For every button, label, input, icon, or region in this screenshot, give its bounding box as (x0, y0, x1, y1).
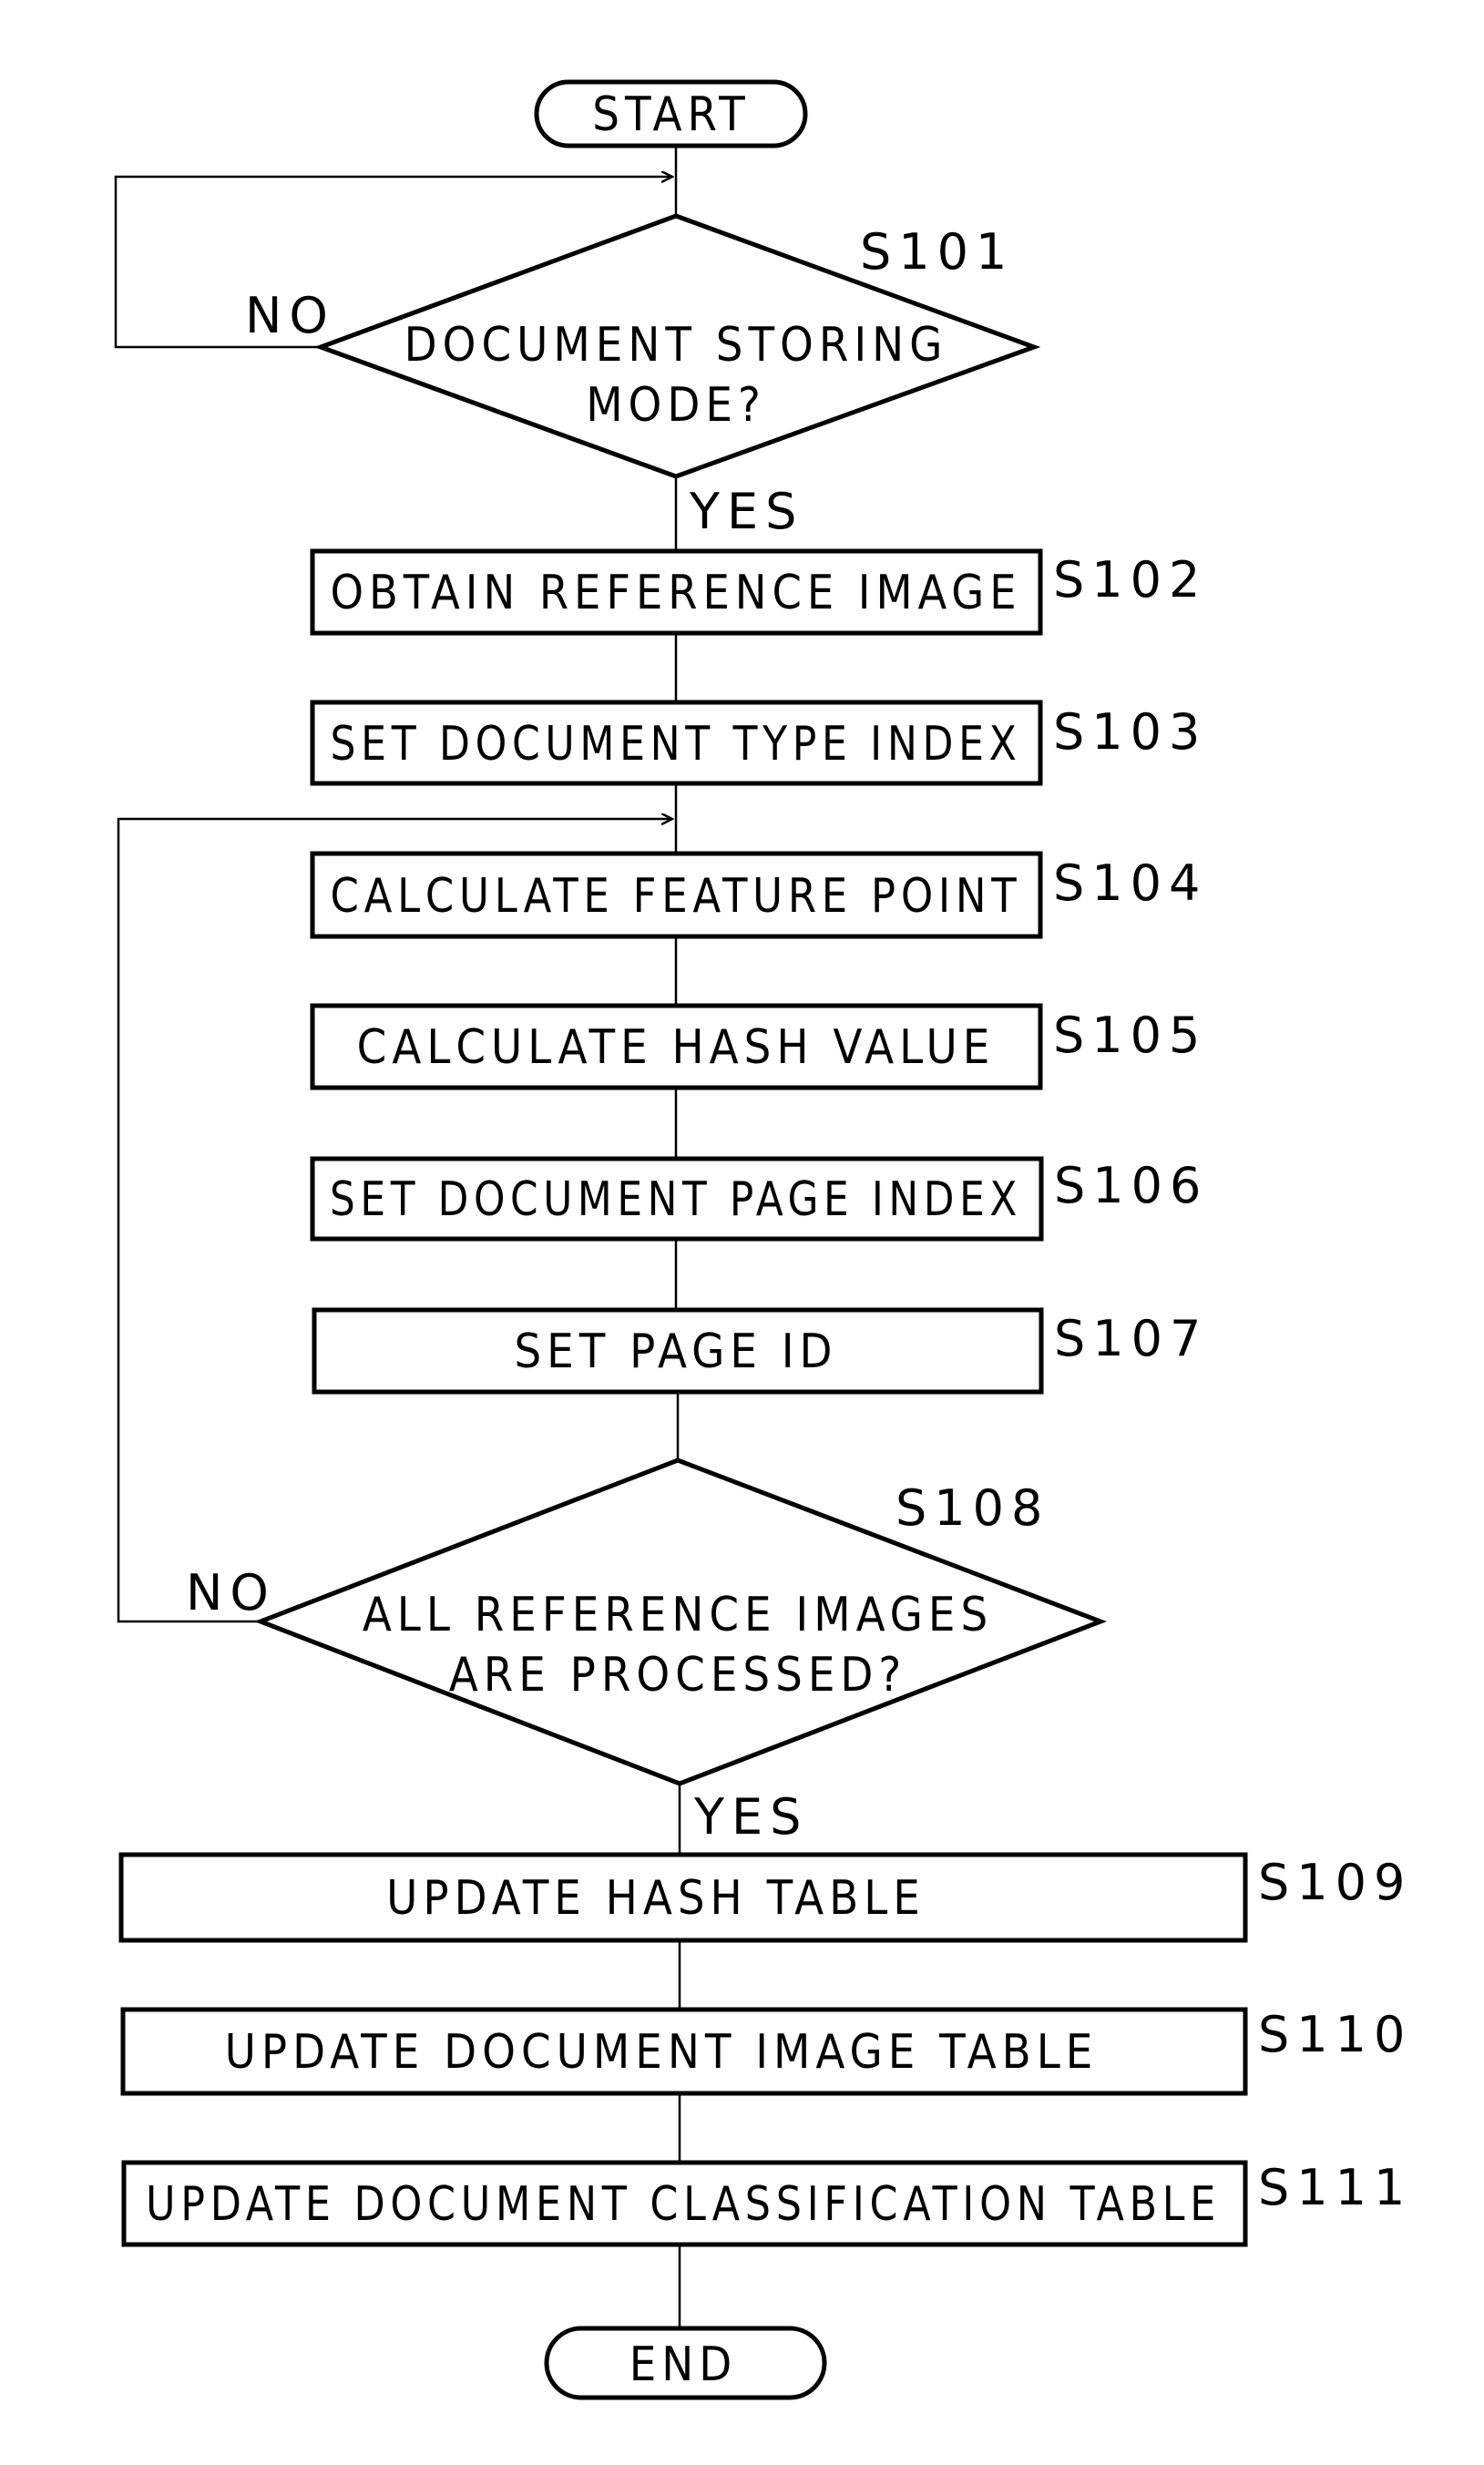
s108-step-id: S108 (896, 1479, 1049, 1537)
s101-line1: DOCUMENT STORING (404, 318, 948, 373)
s101-no-label: NO (245, 287, 335, 344)
process-s105: CALCULATE HASH VALUE S105 (310, 1003, 1207, 1090)
process-s106: SET DOCUMENT PAGE INDEX S106 (310, 1156, 1208, 1242)
s105-text: CALCULATE HASH VALUE (357, 1020, 996, 1075)
s107-text: SET PAGE ID (514, 1325, 837, 1379)
end-terminal: END (544, 2326, 827, 2400)
process-s111: UPDATE DOCUMENT CLASSIFICATION TABLE S11… (121, 2159, 1412, 2247)
process-s109: UPDATE HASH TABLE S109 (118, 1852, 1412, 1943)
s106-step-id: S106 (1054, 1157, 1208, 1214)
process-s110: UPDATE DOCUMENT IMAGE TABLE S110 (120, 2006, 1412, 2096)
decision-s108: ALL REFERENCE IMAGES ARE PROCESSED? S108… (186, 1458, 1107, 1846)
s102-text: OBTAIN REFERENCE IMAGE (331, 566, 1022, 620)
s101-line2: MODE? (586, 378, 766, 433)
s111-text: UPDATE DOCUMENT CLASSIFICATION TABLE (146, 2177, 1221, 2232)
end-label: END (629, 2337, 738, 2392)
s104-text: CALCULATE FEATURE POINT (331, 869, 1022, 924)
s108-line1: ALL REFERENCE IMAGES (363, 1588, 993, 1642)
start-label: START (592, 87, 751, 142)
s104-step-id: S104 (1053, 854, 1207, 912)
s101-step-id: S101 (860, 223, 1014, 281)
s101-yes-label: YES (689, 483, 803, 540)
decision-s101: DOCUMENT STORING MODE? S101 NO YES (245, 213, 1041, 540)
process-s107: SET PAGE ID S107 (312, 1307, 1208, 1395)
s105-step-id: S105 (1053, 1007, 1207, 1064)
start-terminal: START (534, 79, 808, 148)
process-s103: SET DOCUMENT TYPE INDEX S103 (310, 700, 1207, 786)
s103-text: SET DOCUMENT TYPE INDEX (331, 717, 1022, 772)
s108-no-label: NO (186, 1564, 276, 1621)
s106-text: SET DOCUMENT PAGE INDEX (330, 1172, 1022, 1227)
s103-step-id: S103 (1053, 703, 1207, 761)
s110-text: UPDATE DOCUMENT IMAGE TABLE (225, 2025, 1099, 2080)
s109-step-id: S109 (1258, 1854, 1412, 1911)
s108-yes-label: YES (693, 1788, 808, 1846)
s110-step-id: S110 (1258, 2006, 1412, 2063)
s111-step-id: S111 (1258, 2159, 1412, 2216)
process-s104: CALCULATE FEATURE POINT S104 (310, 851, 1207, 939)
s107-step-id: S107 (1054, 1310, 1208, 1367)
s102-step-id: S102 (1053, 551, 1207, 609)
s109-text: UPDATE HASH TABLE (386, 1871, 926, 1926)
process-s102: OBTAIN REFERENCE IMAGE S102 (310, 548, 1207, 636)
s108-line2: ARE PROCESSED? (449, 1648, 907, 1703)
flowchart: START DOCUMENT STORING MODE? S101 NO YES… (114, 79, 1412, 2400)
